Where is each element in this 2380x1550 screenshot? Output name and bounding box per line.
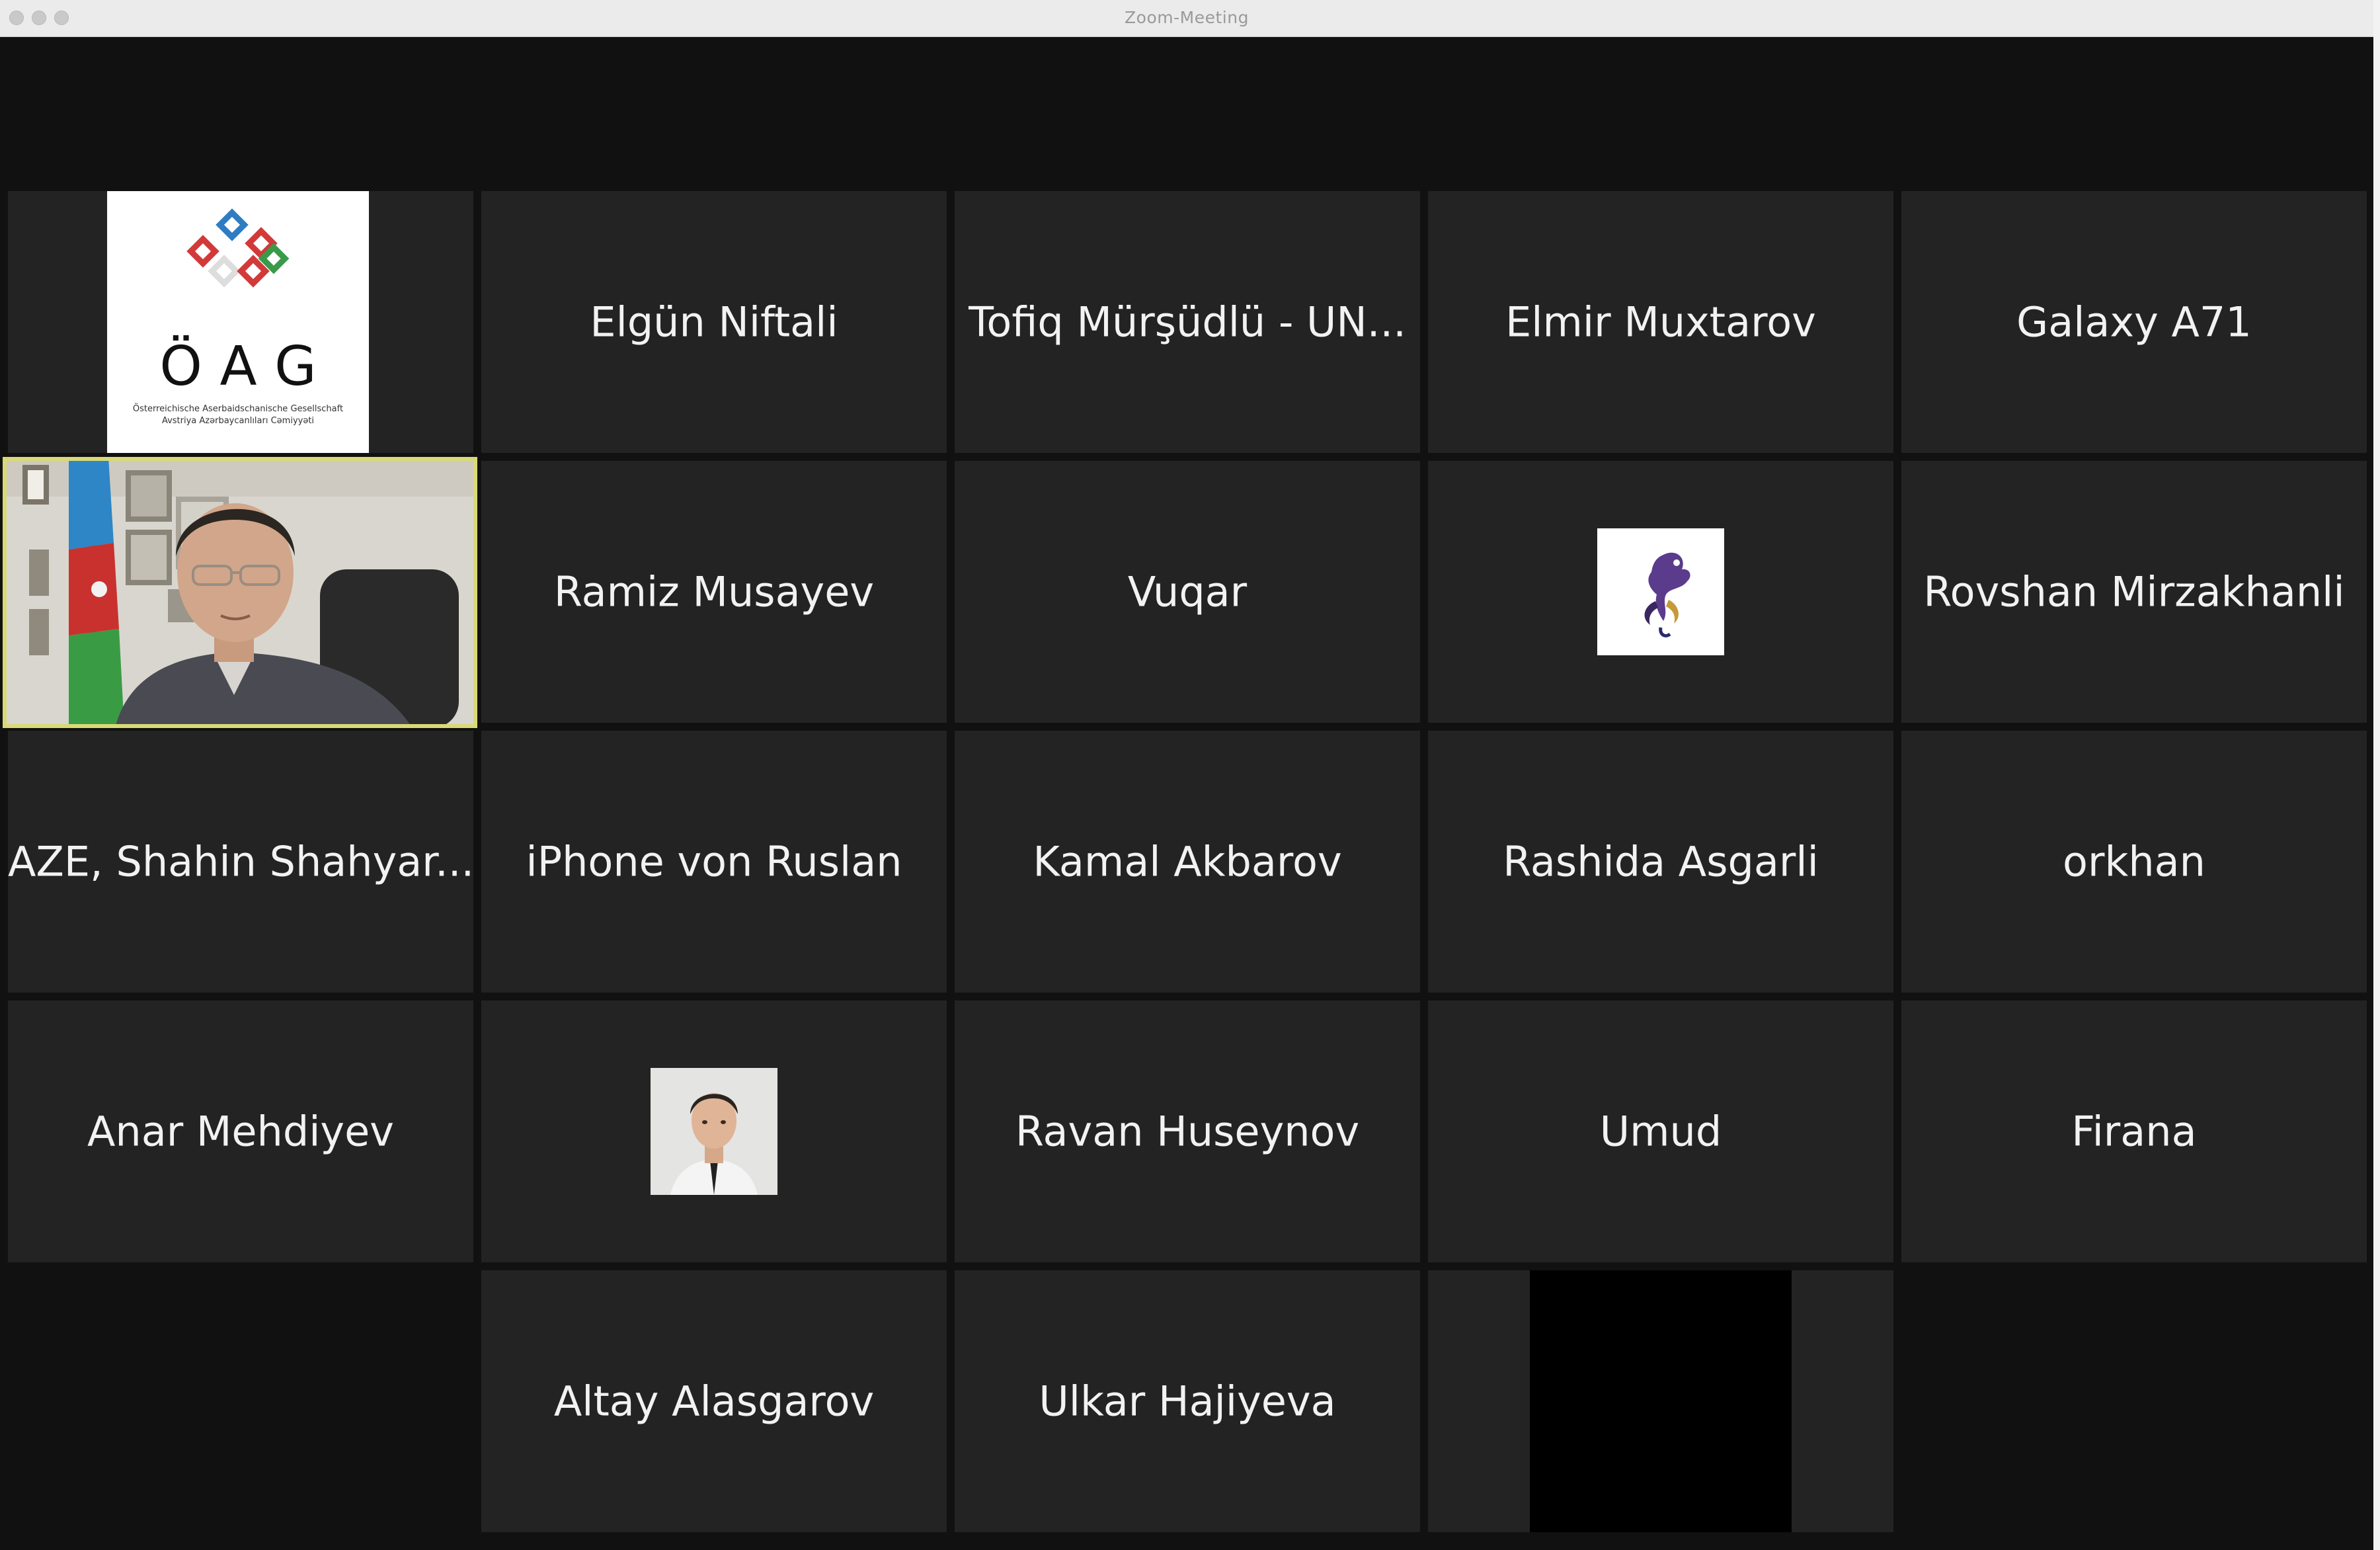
participant-name: Vuqar xyxy=(1127,567,1248,616)
zoom-window: Zoom-Meeting ÖAG Österreichische Aserbai… xyxy=(0,0,2373,1550)
participant-name: Elgün Niftali xyxy=(590,298,838,347)
profile-photo xyxy=(651,1068,777,1195)
participant-tile[interactable]: Ulkar Hajiyeva xyxy=(955,1270,1420,1532)
participant-tile[interactable] xyxy=(1428,1270,1893,1532)
participant-tile[interactable]: Rovshan Mirzakhanli xyxy=(1901,461,2367,723)
window-edge xyxy=(2373,0,2380,1550)
participant-tile[interactable]: Umud xyxy=(1428,1000,1893,1262)
oag-logo-word: ÖAG xyxy=(159,335,335,398)
title-bar: Zoom-Meeting xyxy=(0,0,2373,37)
participant-name: Umud xyxy=(1599,1107,1722,1156)
participant-name: Rashida Asgarli xyxy=(1503,837,1819,886)
participant-tile[interactable]: Firana xyxy=(1901,1000,2367,1262)
participant-name: Anar Mehdiyev xyxy=(87,1107,394,1156)
participant-tile[interactable]: Tofiq Mürşüdlü - UN... xyxy=(955,191,1420,453)
participant-tile[interactable] xyxy=(481,1000,947,1262)
oag-logo-mark-icon xyxy=(186,208,290,288)
participant-tile[interactable]: Vuqar xyxy=(955,461,1420,723)
speaker-video xyxy=(3,457,477,728)
participant-name: Elmir Muxtarov xyxy=(1505,298,1816,347)
participant-name: Ulkar Hajiyeva xyxy=(1039,1377,1336,1426)
participant-name: Ravan Huseynov xyxy=(1015,1107,1360,1156)
participant-name: Ramiz Musayev xyxy=(553,567,875,616)
participant-name: Tofiq Mürşüdlü - UN... xyxy=(969,298,1406,347)
oag-logo-line2: Avstriya Azərbaycanlıları Cəmiyyəti xyxy=(161,416,315,426)
participant-name: AZE, Shahin Shahyar... xyxy=(8,837,473,886)
participant-name: iPhone von Ruslan xyxy=(526,837,902,886)
participant-tile[interactable] xyxy=(1428,461,1893,723)
bird-logo-icon xyxy=(1597,528,1724,655)
participant-name: Kamal Akbarov xyxy=(1033,837,1342,886)
participant-tile[interactable]: Altay Alasgarov xyxy=(481,1270,947,1532)
participant-tile[interactable]: Galaxy A71 xyxy=(1901,191,2367,453)
window-title: Zoom-Meeting xyxy=(1125,8,1249,27)
participant-tile[interactable]: Kamal Akbarov xyxy=(955,731,1420,993)
participant-name: Rovshan Mirzakhanli xyxy=(1923,567,2345,616)
participant-tile-oag[interactable]: ÖAG Österreichische Aserbaidschanische G… xyxy=(8,191,473,453)
participant-tile[interactable]: Anar Mehdiyev xyxy=(8,1000,473,1262)
participant-tile[interactable]: iPhone von Ruslan xyxy=(481,731,947,993)
participant-name: Altay Alasgarov xyxy=(553,1377,875,1426)
participant-name: Firana xyxy=(2071,1107,2197,1156)
participant-tile[interactable]: AZE, Shahin Shahyar... xyxy=(8,731,473,993)
participant-tile[interactable]: Ravan Huseynov xyxy=(955,1000,1420,1262)
participant-tile[interactable]: orkhan xyxy=(1901,731,2367,993)
participant-tile[interactable]: Rashida Asgarli xyxy=(1428,731,1893,993)
participant-name: orkhan xyxy=(2063,837,2205,886)
participant-name: Galaxy A71 xyxy=(2016,298,2252,347)
oag-logo: ÖAG Österreichische Aserbaidschanische G… xyxy=(107,191,369,453)
black-video xyxy=(1530,1270,1792,1532)
participant-tile-active-speaker[interactable] xyxy=(3,457,477,728)
participant-tile[interactable]: Elmir Muxtarov xyxy=(1428,191,1893,453)
participant-tile[interactable]: Elgün Niftali xyxy=(481,191,947,453)
participant-tile[interactable]: Ramiz Musayev xyxy=(481,461,947,723)
oag-logo-line1: Österreichische Aserbaidschanische Gesel… xyxy=(132,404,344,414)
